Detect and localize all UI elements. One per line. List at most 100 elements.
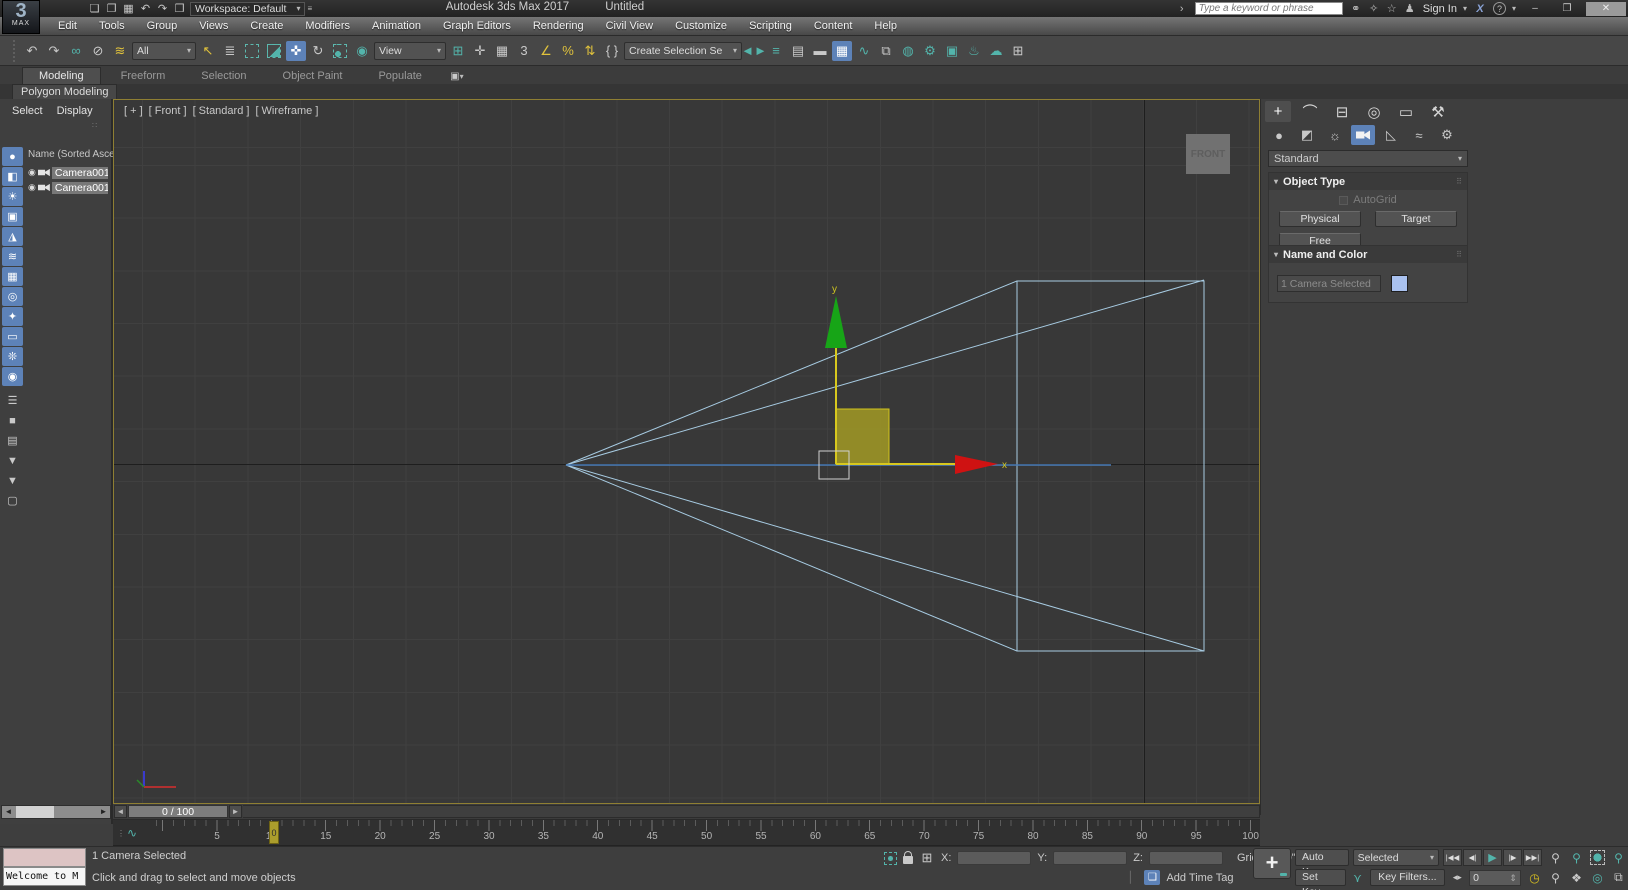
menu-item[interactable]: Modifiers: [294, 20, 361, 32]
select-object-icon[interactable]: ↖: [198, 41, 218, 61]
toggle-ribbon-icon[interactable]: ▬: [810, 41, 830, 61]
help-icon[interactable]: ?: [1493, 2, 1506, 15]
menu-item[interactable]: Edit: [47, 20, 88, 32]
explorer-tab[interactable]: Display: [57, 105, 93, 117]
menu-item[interactable]: Scripting: [738, 20, 803, 32]
menu-item[interactable]: Content: [803, 20, 864, 32]
display-list-view-icon[interactable]: ☰: [2, 391, 23, 410]
restore-button[interactable]: ❐: [1554, 2, 1580, 16]
category-spacewarps-icon[interactable]: ≈: [1407, 125, 1431, 145]
filter-funnel-icon[interactable]: ▼: [2, 471, 23, 490]
next-frame-button[interactable]: |▶: [1503, 849, 1522, 866]
menu-item[interactable]: Tools: [88, 20, 136, 32]
set-keys-button[interactable]: +: [1253, 848, 1291, 879]
explorer-column-header[interactable]: Name (Sorted Ascend: [28, 149, 113, 160]
visibility-eye-icon[interactable]: ◉: [28, 182, 36, 193]
menu-item[interactable]: Views: [188, 20, 239, 32]
display-shapes-filter-icon[interactable]: ◧: [2, 167, 23, 186]
tab-utilities[interactable]: ⚒: [1425, 101, 1451, 122]
time-configuration-icon[interactable]: ◷: [1525, 869, 1544, 886]
key-filters-button[interactable]: Key Filters...: [1370, 869, 1446, 886]
align-icon[interactable]: ≡: [766, 41, 786, 61]
unlink-selection-icon[interactable]: ⊘: [88, 41, 108, 61]
layer-explorer-icon[interactable]: ▤: [788, 41, 808, 61]
window-crossing-icon[interactable]: [264, 41, 284, 61]
x-coordinate-field[interactable]: [957, 851, 1031, 865]
key-filter-icon[interactable]: ⋎: [1350, 869, 1366, 886]
track-bar-ticks[interactable]: [153, 820, 1258, 831]
3ds-max-logo[interactable]: 3 MAX: [2, 0, 40, 34]
render-production-icon[interactable]: ♨: [964, 41, 984, 61]
explorer-horizontal-scrollbar[interactable]: ◄ ►: [1, 805, 111, 819]
object-name-field[interactable]: 1 Camera Selected: [1277, 275, 1381, 292]
tab-display[interactable]: ▭: [1393, 101, 1419, 122]
name-color-rollout-header[interactable]: ▾ Name and Color ⠿: [1269, 246, 1467, 263]
display-particles-filter-icon[interactable]: ❊: [2, 347, 23, 366]
category-helpers-icon[interactable]: ◺: [1379, 125, 1403, 145]
render-setup-icon[interactable]: ⚙: [920, 41, 940, 61]
time-tag-cube-icon[interactable]: ❑: [1144, 870, 1160, 885]
select-and-rotate-icon[interactable]: ↻: [308, 41, 328, 61]
display-xrefs-filter-icon[interactable]: ◎: [2, 287, 23, 306]
z-coordinate-field[interactable]: [1149, 851, 1223, 865]
category-cameras-icon[interactable]: [1351, 125, 1375, 145]
scroll-right-icon[interactable]: ►: [97, 806, 110, 818]
use-pivot-center-icon[interactable]: ⊞: [448, 41, 468, 61]
selection-filter-dropdown[interactable]: All▾: [132, 42, 196, 60]
display-geometry-filter-icon[interactable]: ●: [2, 147, 23, 166]
bind-to-spacewarp-icon[interactable]: ≋: [110, 41, 130, 61]
explorer-tab[interactable]: Select: [12, 105, 43, 117]
maxscript-listener[interactable]: Welcome to M: [3, 867, 86, 886]
rollout-drag-dots[interactable]: ⠿: [1456, 250, 1462, 259]
menu-item[interactable]: Animation: [361, 20, 432, 32]
y-coordinate-field[interactable]: [1053, 851, 1127, 865]
explorer-row[interactable]: ◉ Camera001: [28, 165, 113, 180]
menu-item[interactable]: Civil View: [595, 20, 664, 32]
project-folder-icon[interactable]: ❒: [171, 1, 188, 16]
display-cameras-filter-icon[interactable]: ▣: [2, 207, 23, 226]
tab-motion[interactable]: ◎: [1361, 101, 1387, 122]
menu-item[interactable]: Group: [136, 20, 189, 32]
absolute-offset-mode-icon[interactable]: ⊞: [919, 848, 935, 868]
curve-editor-icon[interactable]: ∿: [854, 41, 874, 61]
sign-in-dropdown-icon[interactable]: ▾: [1463, 4, 1467, 13]
toolbar-options-icon[interactable]: ≡: [307, 4, 312, 13]
filter-clear-icon[interactable]: ▼: [2, 451, 23, 470]
ribbon-tab[interactable]: Selection: [185, 68, 262, 84]
select-and-manipulate-icon[interactable]: ✛: [470, 41, 490, 61]
select-and-scale-icon[interactable]: [330, 41, 350, 61]
rollout-drag-dots[interactable]: ⠿: [1456, 177, 1462, 186]
object-name[interactable]: Camera001: [52, 182, 108, 194]
keyboard-override-icon[interactable]: ▦: [492, 41, 512, 61]
physical-camera-button[interactable]: Physical: [1279, 211, 1361, 227]
set-key-button[interactable]: Set Key: [1295, 869, 1346, 886]
save-file-icon[interactable]: ▦: [120, 1, 137, 16]
category-geometry-icon[interactable]: ●: [1267, 125, 1291, 145]
select-and-place-icon[interactable]: ◉: [352, 41, 372, 61]
display-properties-icon[interactable]: ▤: [2, 431, 23, 450]
sign-in-button[interactable]: Sign In: [1423, 3, 1457, 15]
help-dropdown-icon[interactable]: ▾: [1512, 4, 1516, 13]
angle-snap-icon[interactable]: ∠: [536, 41, 556, 61]
previous-frame-button[interactable]: ◀|: [1463, 849, 1482, 866]
polygon-modeling-panel[interactable]: Polygon Modeling: [12, 84, 117, 99]
ribbon-tab[interactable]: Freeform: [105, 68, 182, 84]
rect-selection-region-icon[interactable]: [242, 41, 262, 61]
named-selection-sets-icon[interactable]: { }: [602, 41, 622, 61]
reference-coordinate-dropdown[interactable]: View▾: [374, 42, 446, 60]
spinner-snap-icon[interactable]: ⇅: [580, 41, 600, 61]
selection-set-keys-dropdown[interactable]: Selected▾: [1353, 849, 1439, 866]
scroll-left-icon[interactable]: ◄: [2, 806, 15, 818]
display-groups-filter-icon[interactable]: ▦: [2, 267, 23, 286]
object-type-rollout-header[interactable]: ▾ Object Type ⠿: [1269, 173, 1467, 190]
toolbar-grip[interactable]: [13, 40, 17, 62]
select-by-name-icon[interactable]: ≣: [220, 41, 240, 61]
isolate-selection-icon[interactable]: [884, 852, 897, 865]
go-to-end-button[interactable]: ▶▶|: [1523, 849, 1542, 866]
display-lights-filter-icon[interactable]: ☀: [2, 187, 23, 206]
menu-item[interactable]: Help: [863, 20, 908, 32]
user-icon[interactable]: ♟: [1403, 2, 1417, 15]
go-to-start-button[interactable]: |◀◀: [1443, 849, 1462, 866]
current-frame-marker[interactable]: 0: [269, 821, 279, 844]
camera-type-dropdown[interactable]: Standard ▾: [1268, 150, 1468, 167]
